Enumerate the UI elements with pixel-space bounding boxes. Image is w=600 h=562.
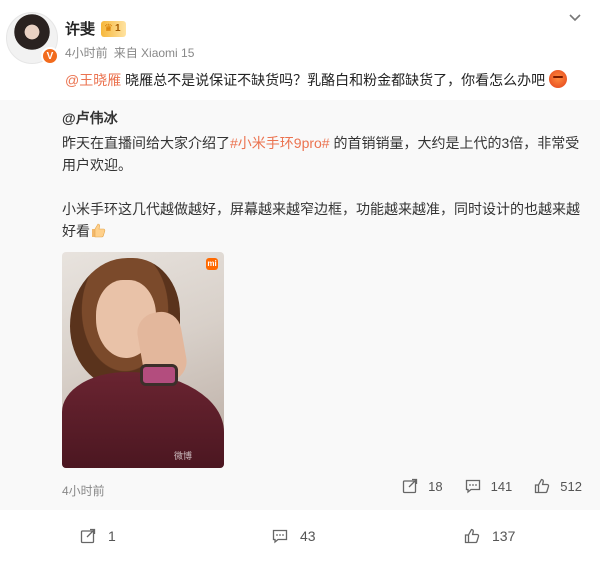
comment-icon <box>465 479 480 494</box>
thumbs-up-emoji-icon <box>92 223 106 238</box>
repost-time[interactable]: 4小时前 <box>62 482 105 499</box>
share-count: 1 <box>108 528 116 544</box>
xiaomi-logo-icon: mi <box>206 258 218 270</box>
author-name[interactable]: 许斐 <box>65 18 95 39</box>
level-number: 1 <box>114 23 121 34</box>
photo-body <box>62 372 224 468</box>
repost-comment-count: 141 <box>490 478 513 494</box>
repost-paragraph-2: 小米手环这几代越做越好，屏幕越来越窄边框，功能越来越准，同时设计的也越来越好看 <box>62 198 587 242</box>
repost-author[interactable]: @卢伟冰 <box>62 108 118 128</box>
like-button[interactable]: 137 <box>464 528 515 544</box>
thumb-up-icon <box>535 478 550 494</box>
crown-icon: ♛ <box>104 23 113 34</box>
repost-comment-button[interactable]: 141 <box>465 478 513 494</box>
angry-emoji-icon <box>549 70 567 88</box>
mention-link[interactable]: @王晓雁 <box>65 72 121 88</box>
share-icon <box>402 478 418 494</box>
weibo-post: V 许斐 ♛ 1 4小时前 来自 Xiaomi 15 @王晓雁 晓雁总不是说保证… <box>0 0 600 562</box>
avatar[interactable]: V <box>6 12 59 65</box>
repost-text: 昨天在直播间给大家介绍了#小米手环9pro# 的首销销量，大约是上代的3倍，非常… <box>62 132 587 242</box>
like-count: 137 <box>492 528 516 544</box>
share-button[interactable]: 1 <box>80 528 116 544</box>
post-time[interactable]: 4小时前 <box>65 44 108 61</box>
smart-band <box>140 364 178 386</box>
repost-paragraph-1: 昨天在直播间给大家介绍了#小米手环9pro# 的首销销量，大约是上代的3倍，非常… <box>62 132 587 176</box>
level-badge[interactable]: ♛ 1 <box>101 20 126 37</box>
repost-text-part: 小米手环这几代越做越好，屏幕越来越窄边框，功能越来越准，同时设计的也越来越好看 <box>62 201 580 239</box>
author-row: 许斐 ♛ 1 <box>65 18 126 39</box>
share-icon <box>80 528 96 544</box>
repost-like-count: 512 <box>560 478 582 494</box>
repost-actions: 18 141 512 <box>402 478 582 494</box>
comment-button[interactable]: 43 <box>272 528 316 544</box>
repost-like-button[interactable]: 512 <box>534 478 582 494</box>
post-text: @王晓雁 晓雁总不是说保证不缺货吗？乳酪白和粉金都缺货了，你看怎么办吧 <box>65 70 590 90</box>
repost-share-count: 18 <box>428 478 443 494</box>
verified-badge: V <box>41 47 59 65</box>
repost-photo[interactable]: mi 微博 <box>62 252 224 468</box>
thumb-up-icon <box>464 528 480 544</box>
post-actions: 1 43 137 <box>0 524 600 552</box>
repost-share-button[interactable]: 18 <box>402 478 443 494</box>
repost-text-part: 昨天在直播间给大家介绍了 <box>62 135 230 151</box>
repost-card[interactable]: @卢伟冰 昨天在直播间给大家介绍了#小米手环9pro# 的首销销量，大约是上代的… <box>0 100 600 510</box>
chevron-down-icon[interactable] <box>566 10 584 28</box>
topic-link[interactable]: #小米手环9pro# <box>230 135 330 151</box>
post-source: 来自 Xiaomi 15 <box>113 46 195 60</box>
post-meta: 4小时前 来自 Xiaomi 15 <box>65 44 194 61</box>
comment-icon <box>272 529 288 544</box>
post-body: 晓雁总不是说保证不缺货吗？乳酪白和粉金都缺货了，你看怎么办吧 <box>121 72 546 88</box>
photo-watermark: 微博 <box>174 451 193 461</box>
comment-count: 43 <box>300 528 316 544</box>
